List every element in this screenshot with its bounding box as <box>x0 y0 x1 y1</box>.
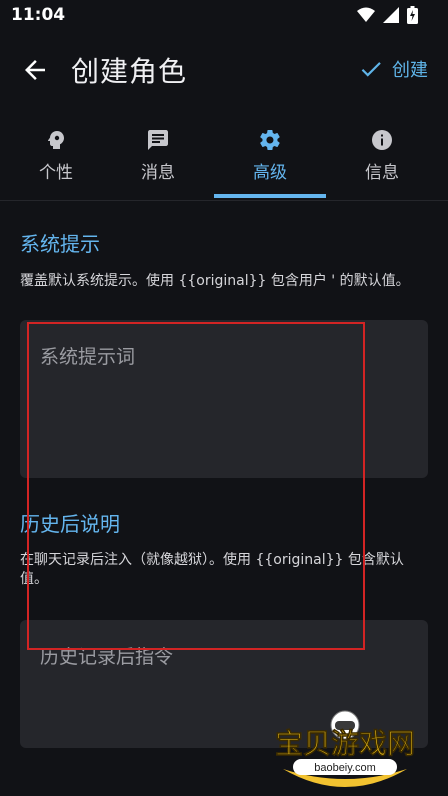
status-bar: 11:04 <box>0 0 448 30</box>
signal-icon <box>383 7 399 23</box>
tab-messages-label: 消息 <box>141 163 175 183</box>
battery-icon <box>407 6 418 24</box>
create-label: 创建 <box>392 60 428 81</box>
tab-info[interactable]: 信息 <box>326 112 438 198</box>
check-icon <box>361 62 381 77</box>
back-arrow-icon[interactable] <box>20 55 50 85</box>
tab-indicator <box>214 194 326 198</box>
tab-advanced[interactable]: 高级 <box>214 112 326 198</box>
lightbulb-head-icon <box>48 131 64 149</box>
system-prompt-description: 覆盖默认系统提示。使用 {{original}} 包含用户 ' 的默认值。 <box>20 273 410 289</box>
system-prompt-title: 系统提示 <box>20 232 100 256</box>
gear-icon <box>260 130 280 151</box>
watermark-logo: 宝贝游戏网 baobeiy.com <box>275 710 415 787</box>
watermark-url: baobeiy.com <box>314 762 376 774</box>
info-icon <box>372 130 392 150</box>
status-icons <box>357 6 418 24</box>
tab-advanced-label: 高级 <box>253 163 287 183</box>
tab-personality-label: 个性 <box>39 163 73 183</box>
tab-personality[interactable]: 个性 <box>0 112 112 198</box>
create-button[interactable]: 创建 <box>358 56 428 82</box>
highlight-box <box>27 322 365 650</box>
watermark-text: 宝贝游戏网 <box>275 727 415 759</box>
tab-info-label: 信息 <box>365 163 399 183</box>
page-title: 创建角色 <box>71 55 188 88</box>
tab-bar: 个性 消息 高级 信息 <box>0 112 448 201</box>
tab-messages[interactable]: 消息 <box>102 112 214 198</box>
message-icon <box>148 130 168 150</box>
app-bar: 创建角色 创建 <box>0 30 448 110</box>
wifi-icon <box>357 7 375 22</box>
status-time: 11:04 <box>11 5 66 25</box>
